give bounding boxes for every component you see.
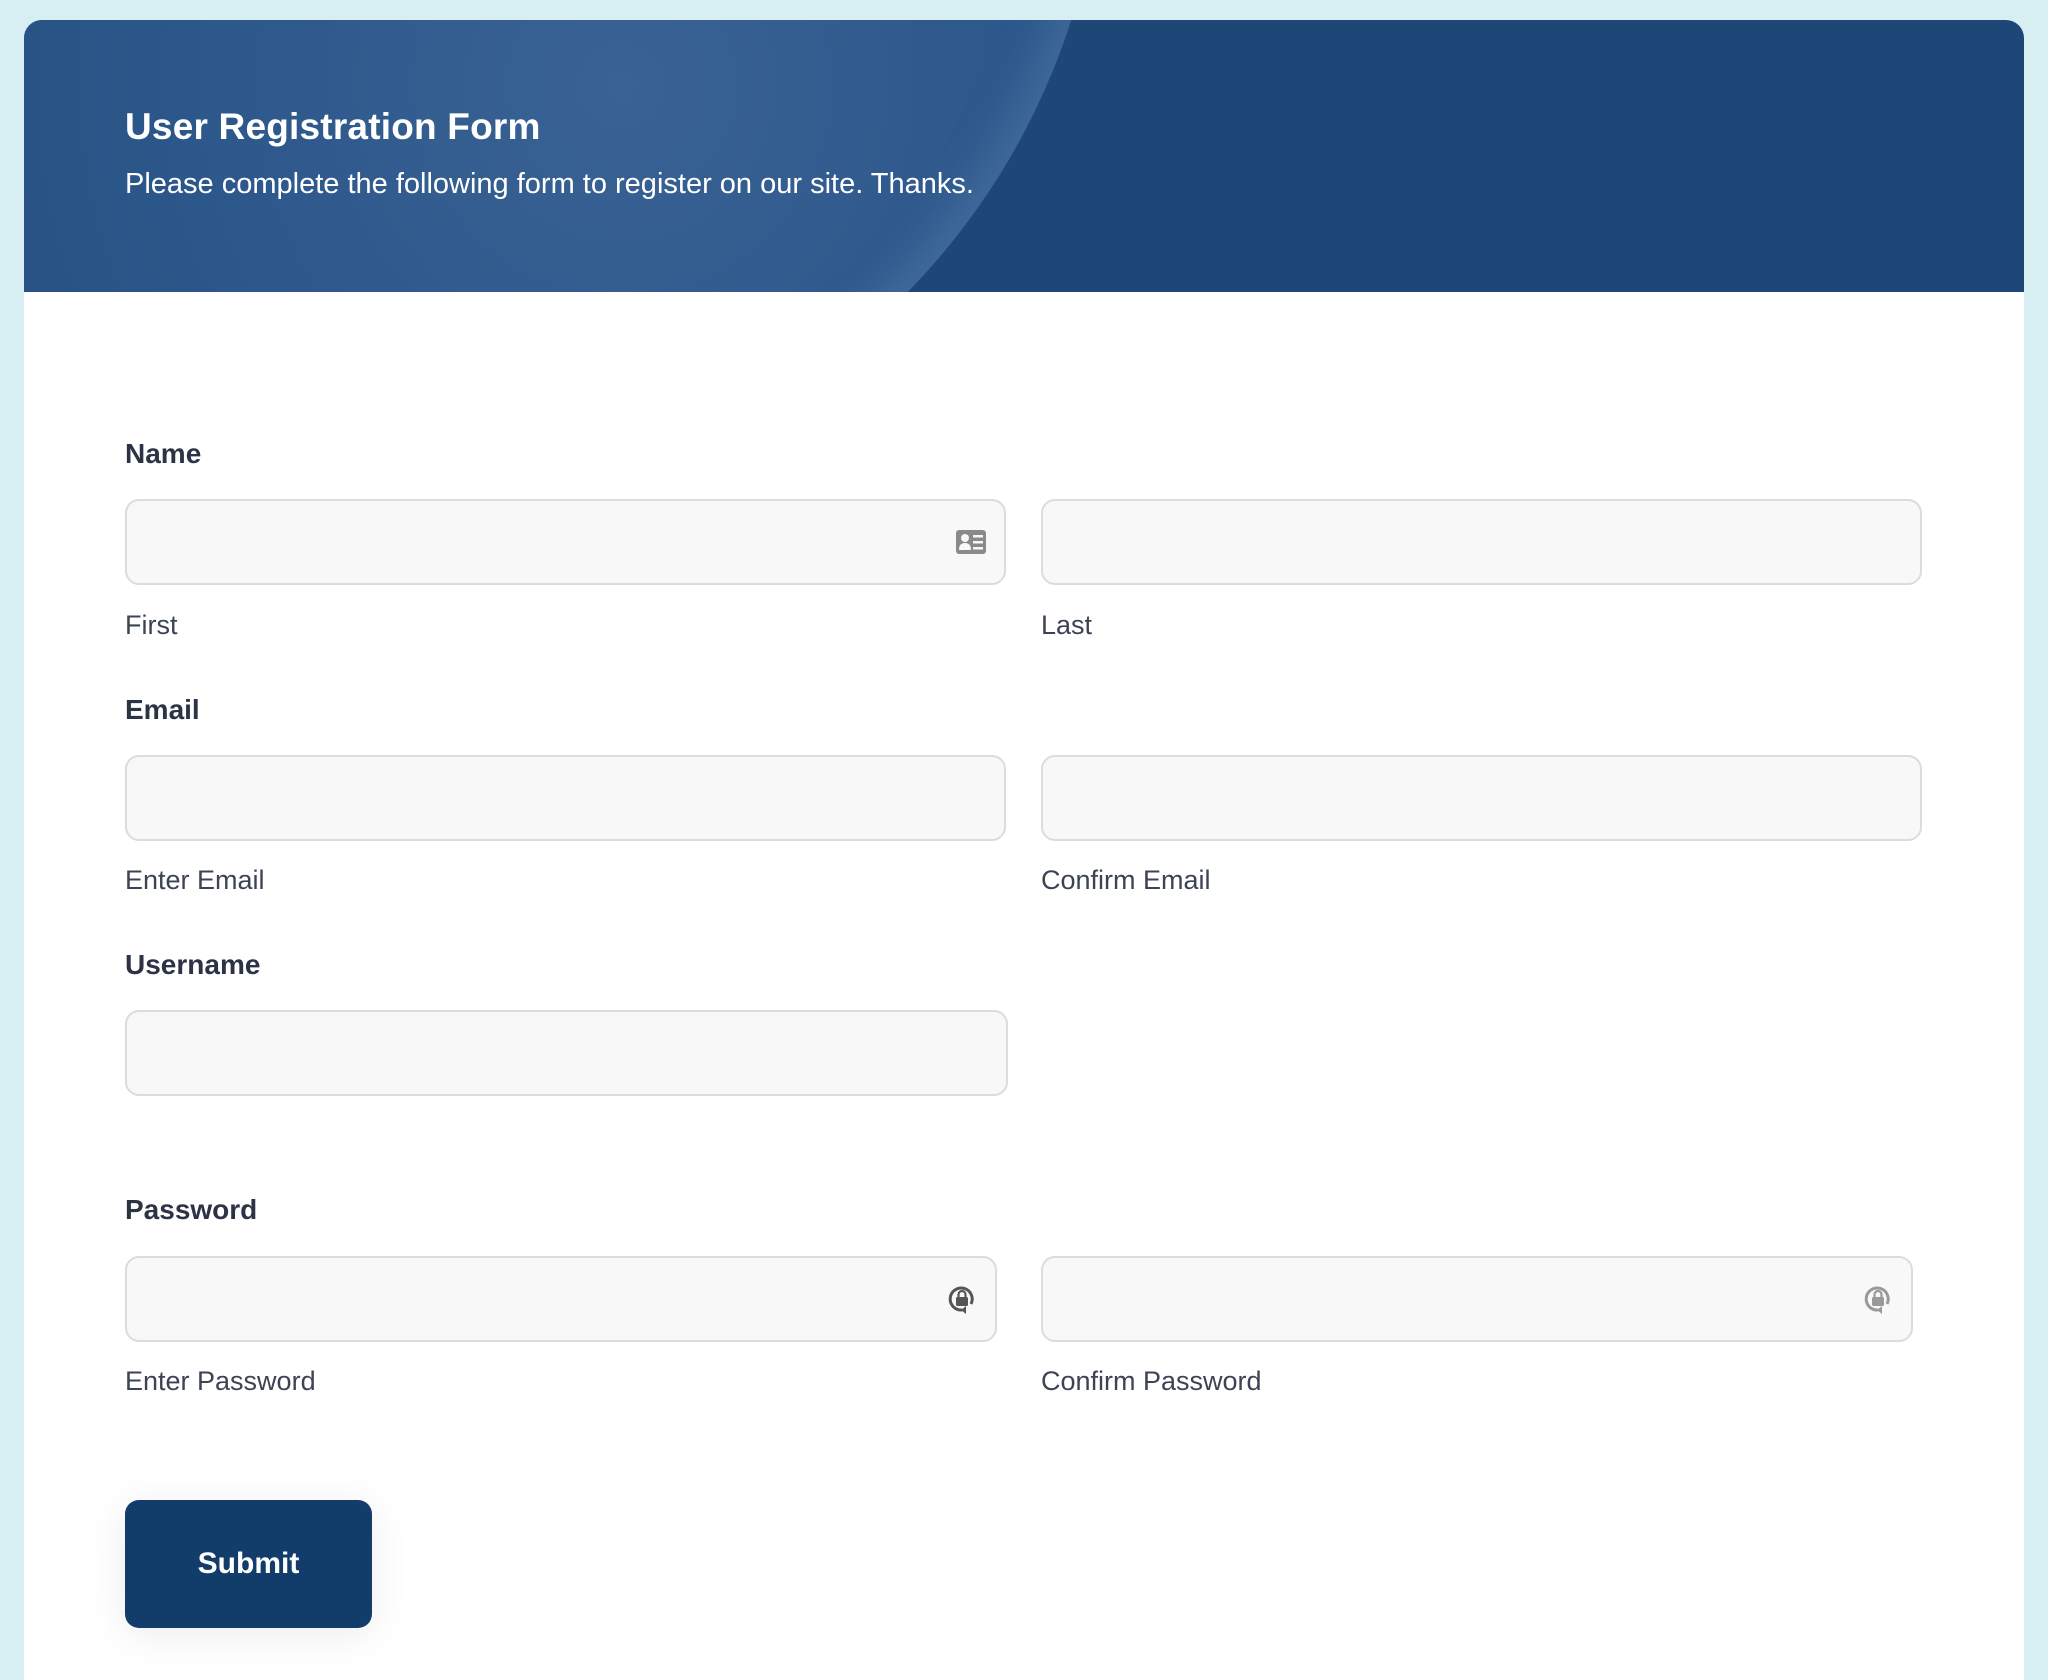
submit-button[interactable]: Submit	[125, 1500, 372, 1628]
form-subtitle: Please complete the following form to re…	[125, 168, 974, 200]
confirm-email-field[interactable]	[1041, 755, 1922, 841]
confirm-password-input[interactable]	[1043, 1258, 1911, 1340]
username-label: Username	[125, 949, 261, 980]
username-input[interactable]	[127, 1012, 1006, 1094]
last-name-input[interactable]	[1043, 501, 1920, 583]
confirm-email-input[interactable]	[1043, 757, 1920, 839]
password-manager-lock-icon[interactable]	[1861, 1282, 1895, 1316]
password-sublabel: Enter Password	[125, 1366, 316, 1396]
email-input[interactable]	[127, 757, 1004, 839]
password-input[interactable]	[127, 1258, 995, 1340]
first-name-input[interactable]	[127, 501, 1004, 583]
last-name-field[interactable]	[1041, 499, 1922, 585]
name-label: Name	[125, 438, 202, 469]
confirm-password-sublabel: Confirm Password	[1041, 1366, 1262, 1396]
header-moon-edge	[24, 20, 1104, 292]
password-manager-lock-icon[interactable]	[945, 1282, 979, 1316]
form-card: User Registration Form Please complete t…	[24, 20, 2024, 1680]
email-field[interactable]	[125, 755, 1006, 841]
first-name-sublabel: First	[125, 610, 178, 640]
email-sublabel: Enter Email	[125, 865, 265, 895]
email-label: Email	[125, 694, 200, 725]
password-label: Password	[125, 1194, 258, 1225]
username-field[interactable]	[125, 1010, 1008, 1096]
first-name-field[interactable]	[125, 499, 1006, 585]
confirm-email-sublabel: Confirm Email	[1041, 865, 1211, 895]
contact-card-icon	[956, 530, 986, 554]
confirm-password-field[interactable]	[1041, 1256, 1913, 1342]
last-name-sublabel: Last	[1041, 610, 1093, 640]
form-header: User Registration Form Please complete t…	[24, 20, 2024, 292]
password-field[interactable]	[125, 1256, 997, 1342]
form-title: User Registration Form	[125, 106, 541, 147]
